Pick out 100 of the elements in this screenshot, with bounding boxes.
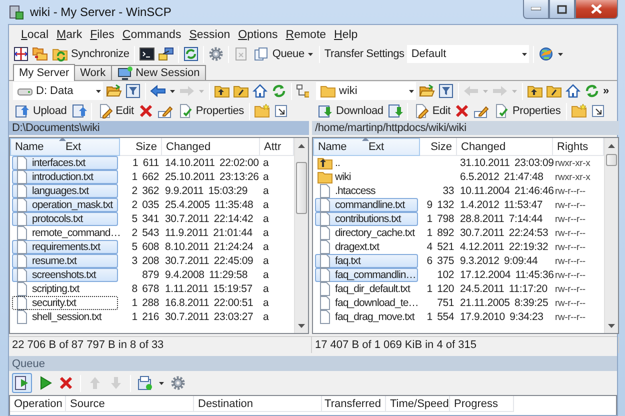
column-header[interactable]: Changed	[162, 138, 260, 156]
delete-icon[interactable]	[454, 103, 470, 119]
upload-button[interactable]: Upload	[13, 102, 68, 120]
column-header[interactable]: Operation	[10, 396, 66, 412]
terminal-icon[interactable]	[139, 46, 156, 62]
open-folder-icon[interactable]	[106, 83, 122, 99]
properties-button[interactable]: Properties	[492, 102, 562, 120]
scrollbar-thumb[interactable]	[606, 154, 617, 166]
session-tab[interactable]: New Session	[110, 65, 206, 80]
parent-folder-icon[interactable]	[527, 83, 543, 99]
queue-view-button[interactable]	[12, 373, 32, 393]
file-name[interactable]: dragext.txt	[315, 240, 418, 254]
more-button[interactable]: »	[603, 85, 609, 97]
open-folder-icon[interactable]	[419, 83, 435, 99]
queue-button[interactable]: Queue	[252, 44, 316, 64]
delete-icon[interactable]	[138, 103, 154, 119]
upload-queue-icon[interactable]	[70, 103, 87, 119]
menu-item[interactable]: Remote	[286, 28, 326, 40]
home-icon[interactable]	[565, 83, 581, 99]
file-rights: rw-r--r--	[554, 186, 586, 196]
download-button[interactable]: Download	[316, 102, 384, 120]
menu-item[interactable]: Local	[21, 28, 49, 40]
column-header[interactable]: Transferred	[322, 396, 386, 412]
tree-icon[interactable]	[296, 83, 309, 99]
file-name[interactable]: .htaccess	[315, 184, 418, 198]
scrollbar[interactable]	[294, 138, 308, 333]
globe-icon[interactable]	[538, 46, 554, 62]
column-header[interactable]: Attr	[260, 138, 294, 156]
column-header[interactable]: Time/Speed	[386, 396, 450, 412]
transfer-settings-dropdown[interactable]: Default	[407, 45, 530, 63]
shortcut-icon[interactable]	[272, 103, 289, 119]
scrollbar[interactable]	[604, 138, 618, 333]
menu-item[interactable]: Files	[90, 28, 114, 40]
file-name[interactable]: commandline.txt	[315, 198, 418, 212]
edit-button[interactable]: Edit	[96, 102, 135, 120]
file-name[interactable]: interfaces.txt	[12, 156, 118, 170]
compare-icon[interactable]	[13, 46, 29, 62]
column-header[interactable]: Destination	[194, 396, 322, 412]
back-arrow-icon[interactable]	[150, 83, 166, 99]
file-name[interactable]: ..	[315, 156, 418, 170]
column-header[interactable]: Rights	[553, 138, 604, 156]
file-name[interactable]: protocols.txt	[12, 212, 118, 226]
menu-item[interactable]: Options	[238, 28, 278, 40]
refresh-icon[interactable]	[183, 46, 200, 62]
menu-item[interactable]: Session	[189, 28, 230, 40]
file-name[interactable]: wiki	[315, 170, 418, 184]
root-folder-icon[interactable]	[546, 83, 562, 99]
settings-icon[interactable]	[170, 375, 186, 391]
column-header[interactable]: Progress	[450, 396, 514, 412]
download-queue-icon[interactable]	[387, 103, 404, 119]
menu-item[interactable]: Help	[334, 28, 358, 40]
filter-icon[interactable]	[438, 83, 454, 99]
session-tab[interactable]: Work	[74, 65, 112, 80]
maximize-button[interactable]	[549, 0, 575, 19]
computers-icon[interactable]	[158, 46, 174, 62]
edit-button[interactable]: Edit	[412, 102, 452, 120]
file-name[interactable]: faq_dir_default.txt	[315, 282, 418, 296]
session-tab[interactable]: My Server	[13, 64, 76, 81]
file-name[interactable]: faq_drag_move.txt	[315, 310, 418, 324]
column-header[interactable]: Source	[66, 396, 194, 412]
home-icon[interactable]	[252, 83, 268, 99]
file-name[interactable]: contributions.txt	[315, 212, 418, 226]
column-header[interactable]: Changed	[457, 138, 553, 156]
folder-dropdown[interactable]: wiki	[316, 82, 416, 100]
file-name[interactable]: faq.txt	[315, 254, 418, 268]
file-name[interactable]: resume.txt	[12, 254, 118, 268]
file-name[interactable]: shell_session.txt	[12, 310, 118, 324]
delete-icon[interactable]	[58, 375, 74, 391]
settings-icon[interactable]	[208, 46, 224, 62]
clipboard-icon[interactable]	[233, 46, 250, 62]
folders-icon[interactable]	[32, 46, 48, 62]
file-name[interactable]: directory_cache.txt	[315, 226, 418, 240]
column-header[interactable]: Size	[120, 138, 162, 156]
root-folder-icon[interactable]	[233, 83, 249, 99]
column-header[interactable]: Name Ext	[10, 138, 120, 156]
file-name[interactable]: security.txt	[12, 296, 118, 310]
menu-item[interactable]: Commands	[122, 28, 182, 40]
scrollbar-thumb[interactable]	[296, 162, 307, 214]
column-header[interactable]: Size	[420, 138, 457, 156]
drive-dropdown[interactable]: D: Data	[13, 82, 103, 100]
file-name[interactable]: scripting.txt	[12, 282, 118, 296]
file-name[interactable]: introduction.txt	[12, 170, 118, 184]
file-name[interactable]: requirements.txt	[12, 240, 118, 254]
properties-button[interactable]: Properties	[176, 102, 245, 120]
filter-icon[interactable]	[125, 83, 141, 99]
file-name[interactable]: faq_commandlin…	[315, 268, 418, 282]
file-name[interactable]: remote_command…	[12, 226, 118, 240]
parent-folder-icon[interactable]	[214, 83, 230, 99]
file-size: 1 288	[130, 297, 160, 309]
column-header[interactable]: Name Ext	[313, 138, 420, 156]
synchronize-button[interactable]: Synchronize	[51, 44, 130, 64]
file-name[interactable]: faq_download_te…	[315, 296, 418, 310]
close-button[interactable]	[575, 0, 618, 19]
shortcut-icon[interactable]	[590, 103, 606, 119]
menu-item[interactable]: Mark	[56, 28, 82, 40]
file-name[interactable]: operation_mask.txt	[12, 198, 118, 212]
file-name[interactable]: languages.txt	[12, 184, 118, 198]
minimize-button[interactable]	[523, 0, 549, 19]
file-name[interactable]: screenshots.txt	[12, 268, 118, 282]
bundle-icon[interactable]	[137, 375, 153, 391]
